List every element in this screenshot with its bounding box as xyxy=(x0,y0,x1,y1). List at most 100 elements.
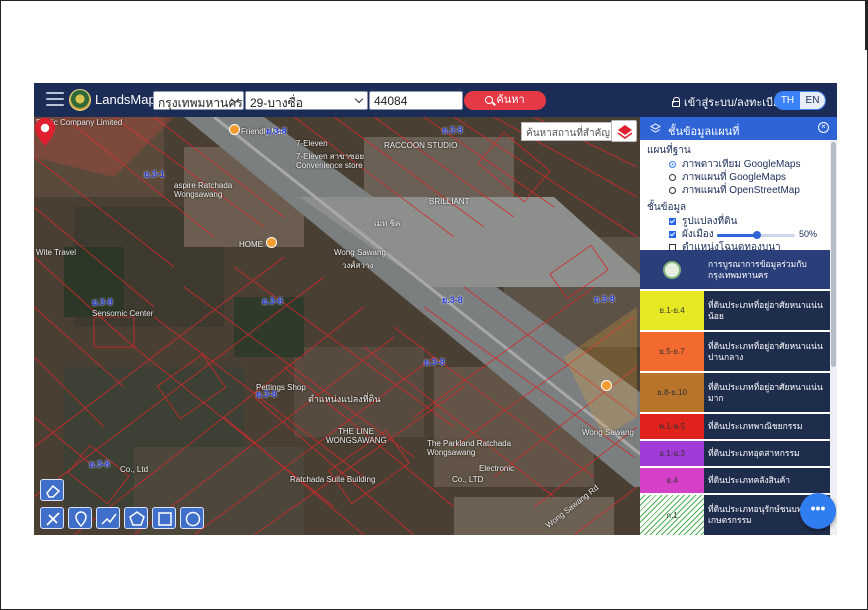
parcel-number-input[interactable]: 44084 xyxy=(369,91,463,110)
language-toggle[interactable]: TH EN xyxy=(774,91,826,110)
map-label-raccoon: RACCOON STUDIO xyxy=(384,141,458,150)
data-layer-section-title: ชั้นข้อมูล xyxy=(647,202,687,213)
legend-swatch: ก.1 xyxy=(640,495,704,535)
lang-en-button[interactable]: EN xyxy=(800,92,825,109)
district-value: 29-บางซื่อ xyxy=(250,96,303,110)
layers-toggle-button[interactable] xyxy=(611,120,637,142)
lock-icon xyxy=(672,97,680,107)
bangkok-emblem xyxy=(640,250,704,289)
legend-text: ที่ดินประเภทอุตสาหกรรม xyxy=(708,448,800,458)
location-pin-icon[interactable] xyxy=(34,117,56,147)
chevron-down-icon xyxy=(354,94,364,104)
legend-header-row: การบูรณาการข้อมูลร่วมกับ กรุงเทพมหานคร xyxy=(640,250,830,289)
panel-scrollbar[interactable] xyxy=(830,140,837,535)
lang-th-button[interactable]: TH xyxy=(775,92,800,109)
province-select[interactable]: กรุงเทพมหานคร xyxy=(153,91,244,110)
circle-tool-button[interactable] xyxy=(180,507,204,529)
polygon-icon xyxy=(129,511,145,526)
ruler-icon xyxy=(46,512,60,526)
base-option-google-map[interactable]: ภาพแผนที่ GoogleMaps xyxy=(640,171,837,184)
map-label-parkland: The Parkland Ratchada Wongsawang xyxy=(427,439,512,457)
map-label-convenience: Convenience store xyxy=(296,161,363,170)
legend-swatch: อ.4 xyxy=(640,468,704,493)
hamburger-menu-icon[interactable] xyxy=(46,92,64,108)
poi-marker-icon[interactable] xyxy=(266,237,277,248)
legend-row: ย.5-ย.7 ที่ดินประเภทที่อยู่อาศัยหนาแน่นป… xyxy=(640,332,830,371)
map-label-theline: THE LINE WONGSAWANG xyxy=(326,427,387,445)
layers-icon xyxy=(650,123,661,133)
base-option-label: ภาพแผนที่ OpenStreetMap xyxy=(682,185,800,196)
more-options-button[interactable]: ••• xyxy=(800,493,836,529)
search-button-label: ค้นหา xyxy=(496,94,525,106)
marker-tool-button[interactable] xyxy=(68,507,92,529)
layer-option-parcels[interactable]: รูปแปลงที่ดิน xyxy=(640,215,837,228)
eraser-icon xyxy=(46,484,61,498)
legend-row: พ.1-พ.5 ที่ดินประเภทพาณิชยกรรม xyxy=(640,414,830,439)
legend-swatch: พ.1-พ.5 xyxy=(640,414,704,439)
legend-swatch: ย.5-ย.7 xyxy=(640,332,704,371)
radio[interactable] xyxy=(669,187,676,194)
map-label-aspire: aspire Ratchada Wongsawang xyxy=(174,181,233,199)
legend-swatch: ย.8-ย.10 xyxy=(640,373,704,412)
base-option-osm[interactable]: ภาพแผนที่ OpenStreetMap xyxy=(640,184,837,197)
zone-label: ย.3-8 xyxy=(89,459,110,469)
polyline-tool-button[interactable] xyxy=(96,507,120,529)
map-label-electronic: Electronic xyxy=(479,464,515,473)
map-layers-panel: ชั้นข้อมูลแผนที่ × แผนที่ฐาน ภาพดาวเทียม… xyxy=(640,117,837,535)
checkbox-checked[interactable] xyxy=(669,218,676,225)
legend-swatch: ย.1-ย.4 xyxy=(640,291,704,330)
radio[interactable] xyxy=(669,174,676,181)
place-search-input[interactable]: ค้นหาสถานที่สำคัญ xyxy=(521,122,616,141)
opacity-slider[interactable] xyxy=(717,231,795,239)
legend-text: ที่ดินประเภทที่อยู่อาศัยหนาแน่นน้อย xyxy=(708,299,823,321)
zone-label: ย.3-8 xyxy=(442,295,463,305)
poi-marker-icon[interactable] xyxy=(601,380,612,391)
eraser-tool-button[interactable] xyxy=(40,479,64,501)
radio-selected[interactable] xyxy=(669,161,676,168)
legend-text: ที่ดินประเภทพาณิชยกรรม xyxy=(708,421,803,431)
close-icon[interactable]: × xyxy=(818,122,829,133)
map-label-brilliant: BRILLIANT xyxy=(429,197,470,206)
base-option-label: ภาพแผนที่ GoogleMaps xyxy=(682,172,787,183)
map-label-parcel-position: ตำแหน่งแปลงที่ดิน xyxy=(308,394,381,404)
map-label-wong-sawang: Wong Sawang xyxy=(334,248,386,257)
login-link[interactable]: เข้าสู่ระบบ/ลงทะเบียน xyxy=(672,93,787,111)
map-label-wong-sawang-2: Wong Sawang xyxy=(582,428,634,437)
panel-title: ชั้นข้อมูลแผนที่ xyxy=(668,126,740,138)
layer-option-label: รูปแปลงที่ดิน xyxy=(682,216,738,227)
opacity-value: 50% xyxy=(799,229,818,239)
layer-option-cityplan[interactable]: ผังเมือง 50% xyxy=(640,228,837,241)
map-label-7eleven: 7-Eleven xyxy=(296,139,328,148)
polyline-icon xyxy=(101,513,117,525)
slider-handle[interactable] xyxy=(753,231,761,239)
zone-label: ย.3-8 xyxy=(92,297,113,307)
search-button[interactable]: ค้นหา xyxy=(464,91,546,110)
rectangle-tool-button[interactable] xyxy=(152,507,176,529)
circle-icon xyxy=(185,511,201,527)
map-label-home: HOME xyxy=(239,240,263,249)
search-icon xyxy=(485,96,494,104)
map-label-wite: Wite Travel xyxy=(36,248,77,257)
measure-tool-button[interactable] xyxy=(40,507,64,529)
map-label-ltd2: Co., LTD xyxy=(452,475,484,484)
legend-row: ย.8-ย.10 ที่ดินประเภทที่อยู่อาศัยหนาแน่น… xyxy=(640,373,830,412)
department-logo xyxy=(69,89,91,111)
map-label-wongsawang-th: วงศ์สว่าง xyxy=(342,261,374,270)
zone-label: ย.3-8 xyxy=(442,125,463,135)
checkbox-checked[interactable] xyxy=(669,231,676,238)
zone-label: ย.3-8 xyxy=(594,294,615,304)
district-select[interactable]: 29-บางซื่อ xyxy=(245,91,368,110)
legend-row: อ.4 ที่ดินประเภทคลังสินค้า xyxy=(640,468,830,493)
scrollbar-thumb[interactable] xyxy=(831,142,836,367)
legend-text: ที่ดินประเภทที่อยู่อาศัยหนาแน่นปานกลาง xyxy=(708,340,823,362)
legend-swatch: อ.1-อ.3 xyxy=(640,441,704,466)
map-label-meth: เมท ชิค xyxy=(374,219,401,228)
pin-icon xyxy=(75,511,87,528)
legend-header-text: การบูรณาการข้อมูลร่วมกับ กรุงเทพมหานคร xyxy=(708,258,807,280)
poi-marker-icon[interactable] xyxy=(229,124,240,135)
map-label-ltd1: Co., Ltd xyxy=(120,465,149,474)
parcel-number-value: 44084 xyxy=(374,94,408,108)
polygon-tool-button[interactable] xyxy=(124,507,148,529)
base-option-satellite[interactable]: ภาพดาวเทียม GoogleMaps xyxy=(640,158,837,171)
map-label-sensomic: Sensomic Center xyxy=(92,309,154,318)
